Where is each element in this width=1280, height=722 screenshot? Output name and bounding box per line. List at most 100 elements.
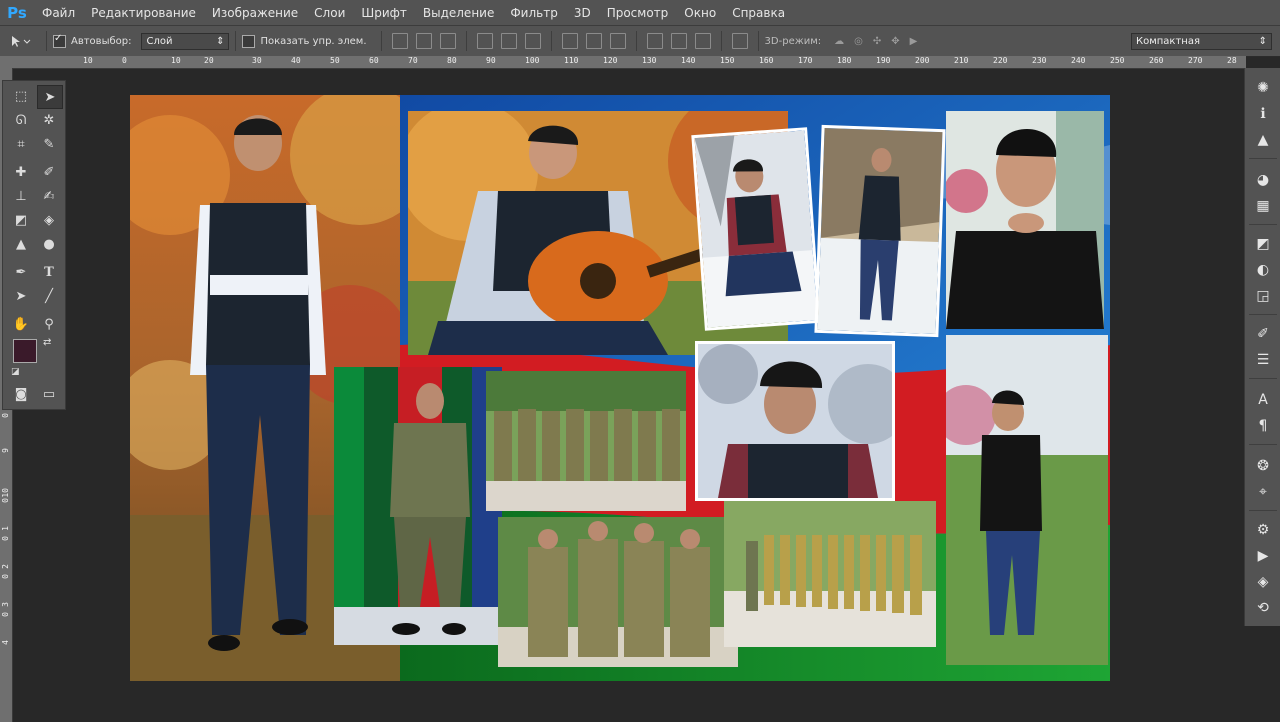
blur-tool[interactable]: ▲ (9, 233, 33, 255)
ruler-tick: 9 (1, 448, 10, 453)
masks-icon[interactable]: ◲ (1253, 286, 1273, 306)
eraser-tool[interactable]: ◩ (9, 209, 33, 231)
foreground-color-swatch[interactable] (13, 339, 37, 363)
distribute-hcenter-icon[interactable] (670, 33, 687, 49)
brush-settings-icon[interactable]: ☰ (1253, 350, 1273, 370)
roll-3d-icon[interactable]: ◎ (854, 36, 863, 47)
distribute-right-icon[interactable] (694, 33, 711, 49)
ruler-horizontal[interactable]: 10 0 10 20 30 40 50 60 70 80 90 100 110 … (0, 56, 1246, 69)
pen-tool[interactable]: ✒ (9, 261, 33, 283)
menu-file[interactable]: Файл (34, 6, 83, 20)
photo-military-portrait[interactable] (334, 367, 502, 645)
hand-tool[interactable]: ✋ (9, 313, 33, 335)
photoshop-logo: Ps (7, 3, 27, 22)
camera-3d-icon[interactable]: ▶ (910, 36, 918, 47)
auto-align-icon[interactable] (731, 33, 748, 49)
menu-image[interactable]: Изображение (204, 6, 306, 20)
align-hcenter-icon[interactable] (500, 33, 517, 49)
magic-wand-tool[interactable]: ✲ (37, 109, 61, 131)
menu-3d[interactable]: 3D (566, 6, 599, 20)
photo-tshirt-portrait[interactable] (946, 111, 1104, 329)
lasso-tool[interactable]: ᘏ (9, 109, 33, 131)
channels-icon[interactable]: ❂ (1253, 456, 1273, 476)
default-colors-icon[interactable]: ◪ (11, 367, 20, 377)
paint-bucket-tool[interactable]: ◈ (37, 209, 61, 231)
photo-soldiers-group-bottom[interactable] (498, 517, 738, 667)
zoom-tool[interactable]: ⚲ (37, 313, 61, 335)
marquee-tool[interactable]: ⬚ (9, 85, 33, 107)
styles-icon[interactable]: ◐ (1253, 260, 1273, 280)
history-icon[interactable]: ⟲ (1253, 598, 1273, 618)
align-top-icon[interactable] (391, 33, 408, 49)
autoselect-checkbox[interactable] (53, 33, 66, 48)
adjustments-icon[interactable]: ◩ (1253, 234, 1273, 254)
clone-stamp-icon: ⊥ (15, 188, 27, 204)
menu-type[interactable]: Шрифт (353, 6, 415, 20)
photo-snow-standing[interactable] (814, 124, 946, 338)
dodge-tool[interactable]: ● (37, 233, 61, 255)
photo-snow-closeup[interactable] (695, 341, 895, 501)
brush-presets-icon[interactable]: ✐ (1253, 324, 1273, 344)
slide-3d-icon[interactable]: ✥ (891, 36, 899, 47)
distribute-top-icon[interactable] (561, 33, 578, 49)
ruler-tick: 0 (1, 612, 10, 617)
photo-image (724, 501, 936, 647)
document-canvas[interactable] (130, 95, 1110, 681)
align-bottom-icon[interactable] (439, 33, 456, 49)
history-brush-tool[interactable]: ✍ (37, 185, 61, 207)
actions-icon[interactable]: ▶ (1253, 546, 1273, 566)
type-tool[interactable]: T (37, 261, 61, 283)
orbit-3d-icon[interactable]: ☁ (834, 36, 844, 47)
brush-icon: ✐ (43, 164, 55, 180)
menu-window[interactable]: Окно (676, 6, 724, 20)
move-tool[interactable]: ➤ (37, 85, 63, 109)
align-right-icon[interactable] (524, 33, 541, 49)
ruler-tick: 60 (369, 56, 379, 65)
info-icon[interactable]: ℹ (1253, 104, 1273, 124)
distribute-left-icon[interactable] (646, 33, 663, 49)
photo-image (486, 371, 686, 511)
align-left-icon[interactable] (476, 33, 493, 49)
path-select-tool[interactable]: ➤ (9, 285, 33, 307)
distribute-vcenter-icon[interactable] (585, 33, 602, 49)
histogram-icon[interactable]: ▲ (1253, 130, 1273, 150)
move-tool-preset[interactable] (0, 28, 40, 54)
photo-soldiers-group-top[interactable] (486, 371, 686, 511)
menu-filter[interactable]: Фильтр (502, 6, 565, 20)
menu-select[interactable]: Выделение (415, 6, 502, 20)
drag-3d-icon[interactable]: ✣ (873, 36, 881, 47)
paragraph-icon[interactable]: ¶ (1253, 416, 1273, 436)
ruler-tick: 200 (915, 56, 930, 65)
color-icon[interactable]: ◕ (1253, 170, 1273, 190)
photo-image (817, 128, 943, 334)
align-vcenter-icon[interactable] (415, 33, 432, 49)
character-icon[interactable]: A (1253, 390, 1273, 410)
menu-view[interactable]: Просмотр (599, 6, 677, 20)
properties-icon[interactable]: ⚙ (1253, 520, 1273, 540)
swatches-icon[interactable]: ▦ (1253, 196, 1273, 216)
distribute-bottom-icon[interactable] (609, 33, 626, 49)
eyedropper-tool[interactable]: ✎ (37, 133, 61, 155)
ruler-tick: 100 (525, 56, 540, 65)
photo-soldiers-lineup[interactable] (724, 501, 936, 647)
ruler-tick: 170 (798, 56, 813, 65)
photo-walking-outdoor[interactable] (946, 335, 1108, 665)
layers-icon[interactable]: ◈ (1253, 572, 1273, 592)
autoselect-dropdown[interactable]: Слой ⇕ (141, 32, 230, 50)
line-tool[interactable]: ╱ (37, 285, 61, 307)
show-controls-checkbox[interactable] (242, 34, 256, 48)
crop-tool[interactable]: ⌗ (9, 133, 33, 155)
brush-tool[interactable]: ✐ (37, 161, 61, 183)
navigator-icon[interactable]: ✺ (1253, 78, 1273, 98)
screen-mode-button[interactable]: ▭ (37, 383, 61, 405)
menu-layers[interactable]: Слои (306, 6, 353, 20)
paths-icon[interactable]: ⌖ (1253, 482, 1273, 502)
menu-help[interactable]: Справка (724, 6, 793, 20)
swap-colors-icon[interactable]: ⇄ (43, 337, 51, 348)
quick-mask-button[interactable]: ◙ (9, 383, 33, 405)
menu-edit[interactable]: Редактирование (83, 6, 204, 20)
photo-snow-crouching[interactable] (691, 127, 821, 331)
workspace-dropdown[interactable]: Компактная ⇕ (1131, 32, 1272, 50)
healing-brush-tool[interactable]: ✚ (9, 161, 33, 183)
clone-stamp-tool[interactable]: ⊥ (9, 185, 33, 207)
